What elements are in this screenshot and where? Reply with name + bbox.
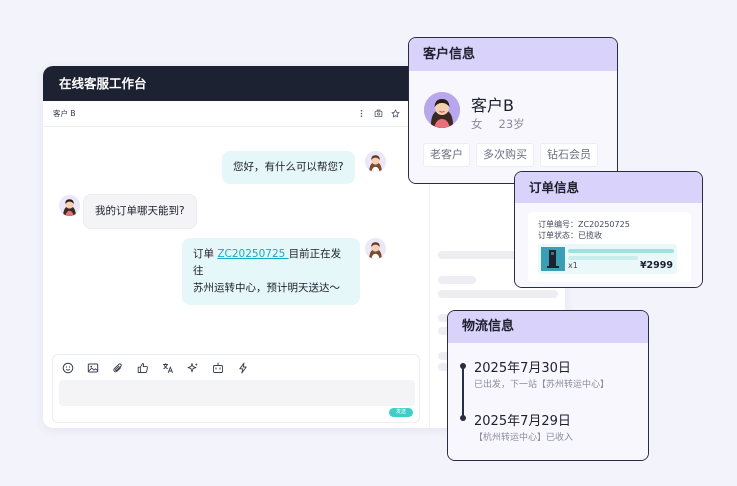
- customer-demographics: 女 23岁: [471, 116, 525, 132]
- product-spec-placeholder: [568, 256, 638, 260]
- send-button[interactable]: 发送: [389, 408, 413, 417]
- chat-message-area[interactable]: 您好，有什么可以帮您? 我的订单哪天能到? 订单 ZC20250725 目前正在…: [43, 127, 429, 354]
- agent-order-message: 订单 ZC20250725 目前正在发往 苏州运转中心，预计明天送达～: [182, 238, 360, 305]
- agent-avatar: [365, 151, 386, 172]
- customer-tag: 多次购买: [476, 143, 534, 167]
- product-price: ¥2999: [639, 260, 673, 271]
- timeline-dot: [460, 415, 466, 421]
- customer-age: 23岁: [498, 117, 525, 131]
- customer-avatar: [59, 195, 80, 216]
- robot-icon[interactable]: [208, 361, 228, 375]
- product-title-placeholder: [568, 249, 674, 253]
- thumbs-up-icon[interactable]: [133, 361, 153, 375]
- timeline-track: [462, 365, 464, 417]
- placeholder-line: [438, 290, 558, 298]
- logistics-event-status: 已出发，下一站【苏州转运中心】: [474, 380, 610, 390]
- logistics-event-date: 2025年7月30日: [474, 361, 571, 376]
- logistics-timeline: 2025年7月30日 已出发，下一站【苏州转运中心】 2025年7月29日 【杭…: [448, 343, 648, 460]
- logistics-event-status: 【杭州转运中心】已收入: [474, 433, 574, 443]
- logistics-event-date: 2025年7月29日: [474, 414, 571, 429]
- customer-name: 客户B: [471, 96, 514, 115]
- agent-message: 您好，有什么可以帮您?: [222, 151, 355, 184]
- customer-tag: 钻石会员: [540, 143, 598, 167]
- image-icon[interactable]: [83, 361, 103, 375]
- customer-tag: 老客户: [423, 143, 470, 167]
- chat-toolbar: 客户 B: [43, 101, 429, 127]
- timeline-dot: [460, 363, 466, 369]
- product-thumbnail: [541, 247, 565, 271]
- order-product-row[interactable]: x1 ¥2999: [538, 244, 677, 274]
- ai-sparkle-icon[interactable]: [183, 361, 203, 375]
- order-message-line2: 苏州运转中心，预计明天送达～: [193, 282, 340, 294]
- order-status: 订单状态：已揽收: [538, 231, 602, 240]
- star-icon[interactable]: [387, 105, 404, 122]
- attachment-icon[interactable]: [108, 361, 128, 375]
- customer-profile-avatar: [424, 92, 460, 128]
- emoji-icon[interactable]: [58, 361, 78, 375]
- logistics-info-title: 物流信息: [448, 311, 648, 343]
- customer-tags: 老客户 多次购买 钻石会员: [423, 143, 598, 167]
- translate-icon[interactable]: [158, 361, 178, 375]
- product-quantity: x1: [568, 261, 578, 270]
- customer-info-title: 客户信息: [409, 38, 617, 71]
- order-summary: 订单编号：ZC20250725 订单状态：已揽收 x1 ¥2999: [528, 212, 691, 282]
- order-message-prefix: 订单: [193, 248, 218, 260]
- customer-gender: 女: [471, 117, 483, 131]
- order-info-card: 订单信息 订单编号：ZC20250725 订单状态：已揽收 x1 ¥2999: [514, 171, 703, 288]
- more-vertical-icon[interactable]: [353, 105, 370, 122]
- order-info-body: 订单编号：ZC20250725 订单状态：已揽收 x1 ¥2999: [515, 203, 702, 287]
- message-input[interactable]: [59, 380, 415, 406]
- customer-info-card: 客户信息 客户B 女 23岁 老客户 多次购买 钻石会员: [408, 37, 618, 184]
- customer-info-body: 客户B 女 23岁 老客户 多次购买 钻石会员: [409, 71, 617, 183]
- current-customer-label: 客户 B: [53, 109, 76, 118]
- order-info-title: 订单信息: [515, 172, 702, 203]
- composer-toolbar: [58, 361, 253, 375]
- transfer-icon[interactable]: [370, 105, 387, 122]
- lightning-icon[interactable]: [233, 361, 253, 375]
- order-number-link[interactable]: ZC20250725: [217, 248, 288, 260]
- logistics-info-card: 物流信息 2025年7月30日 已出发，下一站【苏州转运中心】 2025年7月2…: [447, 310, 649, 461]
- order-number: 订单编号：ZC20250725: [538, 220, 630, 229]
- agent-avatar: [365, 238, 386, 259]
- customer-message: 我的订单哪天能到?: [83, 194, 197, 229]
- placeholder-line: [438, 276, 476, 284]
- message-composer: 发送: [52, 354, 420, 423]
